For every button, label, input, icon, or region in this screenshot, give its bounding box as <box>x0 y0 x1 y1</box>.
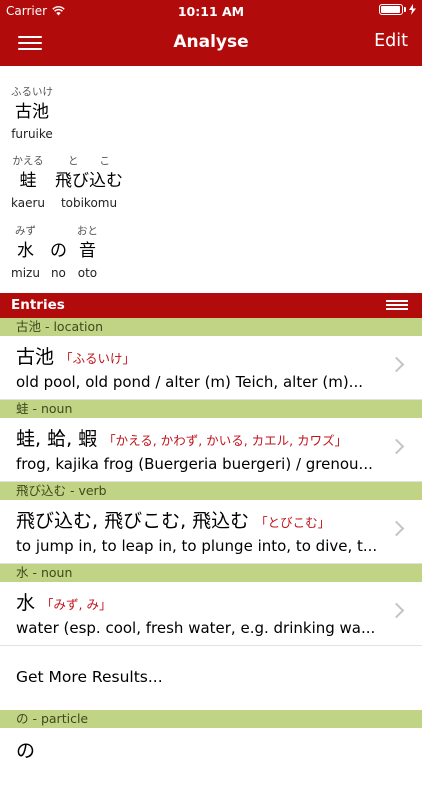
analysis-word[interactable]: ふるいけ 古池 furuike <box>11 84 53 144</box>
chevron-right-icon <box>388 602 405 619</box>
entry-headword: 水 <box>16 592 36 614</box>
page-title: Analyse <box>173 32 249 52</box>
chevron-right-icon <box>388 520 405 537</box>
section-header: 水 - noun <box>0 564 422 582</box>
word-reading: みず <box>14 225 36 237</box>
status-bar: Carrier 10:11 AM <box>0 0 422 22</box>
entry-reading: 「みず, み」 <box>41 597 112 612</box>
status-right <box>379 4 416 15</box>
entry-row[interactable]: 飛び込む, 飛びこむ, 飛込む 「とびこむ」 to jump in, to lea… <box>0 500 422 564</box>
battery-cap <box>404 7 406 12</box>
entry-gloss: frog, kajika frog (Buergeria buergeri) /… <box>16 455 373 473</box>
entry-reading: 「とびこむ」 <box>255 515 331 530</box>
analysis-line: みず 水 mizu の no おと 音 oto <box>11 223 108 283</box>
status-time: 10:11 AM <box>177 4 245 19</box>
entries-header: Entries <box>0 293 422 318</box>
entry-reading: 「ふるいけ」 <box>60 351 136 366</box>
section-header: 蛙 - noun <box>0 400 422 418</box>
entries-list: 古池 - location 古池 「ふるいけ」 old pool, old pon… <box>0 318 422 788</box>
word-kanji: 古池 <box>15 102 49 122</box>
entry-title: 飛び込む, 飛びこむ, 飛込む 「とびこむ」 <box>16 506 330 533</box>
entry-reading: 「かえる, かわず, かいる, カエル, カワズ」 <box>103 433 348 448</box>
word-romaji: mizu <box>11 266 40 280</box>
entry-row[interactable]: の <box>0 728 422 788</box>
entries-label: Entries <box>11 297 65 313</box>
analysis-word[interactable]: と こ 飛び込む tobikomu <box>55 153 123 213</box>
word-romaji: oto <box>77 266 98 280</box>
entry-gloss: old pool, old pond / alter (m) Teich, al… <box>16 373 363 391</box>
section-header: 古池 - location <box>0 318 422 336</box>
get-more-results-button[interactable]: Get More Results... <box>0 646 422 710</box>
entry-row[interactable]: 蛙, 蛤, 蝦「かえる, かわず, かいる, カエル, カワズ」 frog, k… <box>0 418 422 482</box>
word-reading: かえる <box>12 155 44 167</box>
word-romaji: furuike <box>11 127 53 141</box>
entry-gloss: to jump in, to leap in, to plunge into, … <box>16 537 378 555</box>
word-kanji: 飛び込む <box>55 171 124 191</box>
analysis-word[interactable]: おと 音 oto <box>77 223 98 283</box>
entry-gloss: water (esp. cool, fresh water, e.g. drin… <box>16 619 376 637</box>
word-reading: おと <box>76 225 98 237</box>
chevron-right-icon <box>388 356 405 373</box>
word-kanji: 音 <box>78 241 96 261</box>
entry-title: 水「みず, み」 <box>16 588 111 615</box>
section-header: 飛び込む - verb <box>0 482 422 500</box>
word-reading: と こ <box>68 155 111 167</box>
sentence-analysis: ふるいけ 古池 furuike かえる 蛙 kaeru と こ 飛び込む tob… <box>0 66 422 293</box>
section-header: の - particle <box>0 710 422 728</box>
app-header: Carrier 10:11 AM Analyse Edit <box>0 0 422 66</box>
edit-button[interactable]: Edit <box>374 31 408 51</box>
entry-row[interactable]: 古池 「ふるいけ」 old pool, old pond / alter (m) … <box>0 336 422 400</box>
analysis-word[interactable]: かえる 蛙 kaeru <box>11 153 45 213</box>
analysis-line: ふるいけ 古池 furuike <box>11 84 63 144</box>
entry-row[interactable]: 水「みず, み」 water (esp. cool, fresh water, … <box>0 582 422 646</box>
analysis-word[interactable]: の no <box>50 223 67 283</box>
word-romaji: kaeru <box>11 196 46 210</box>
word-kanji: 水 <box>16 241 34 261</box>
list-icon[interactable] <box>386 300 408 312</box>
word-kanji: の <box>49 241 67 261</box>
battery-fill <box>381 6 400 13</box>
word-romaji: no <box>50 266 66 280</box>
entry-title: 蛙, 蛤, 蝦「かえる, かわず, かいる, カエル, カワズ」 <box>16 424 347 451</box>
entry-headword: 蛙, 蛤, 蝦 <box>16 428 98 450</box>
nav-bar: Analyse Edit <box>0 22 422 66</box>
analysis-line: かえる 蛙 kaeru と こ 飛び込む tobikomu <box>11 153 133 213</box>
entry-headword: 古池 <box>16 346 55 368</box>
word-romaji: tobikomu <box>60 196 118 210</box>
entry-headword: 飛び込む, 飛びこむ, 飛込む <box>16 510 250 532</box>
chevron-right-icon <box>388 438 405 455</box>
entry-title: 古池 「ふるいけ」 <box>16 342 135 369</box>
word-reading: ふるいけ <box>11 86 53 98</box>
battery-icon <box>379 4 403 15</box>
analysis-word[interactable]: みず 水 mizu <box>11 223 40 283</box>
word-kanji: 蛙 <box>19 171 37 191</box>
charging-icon <box>409 4 416 15</box>
get-more-results-label: Get More Results... <box>16 668 163 686</box>
